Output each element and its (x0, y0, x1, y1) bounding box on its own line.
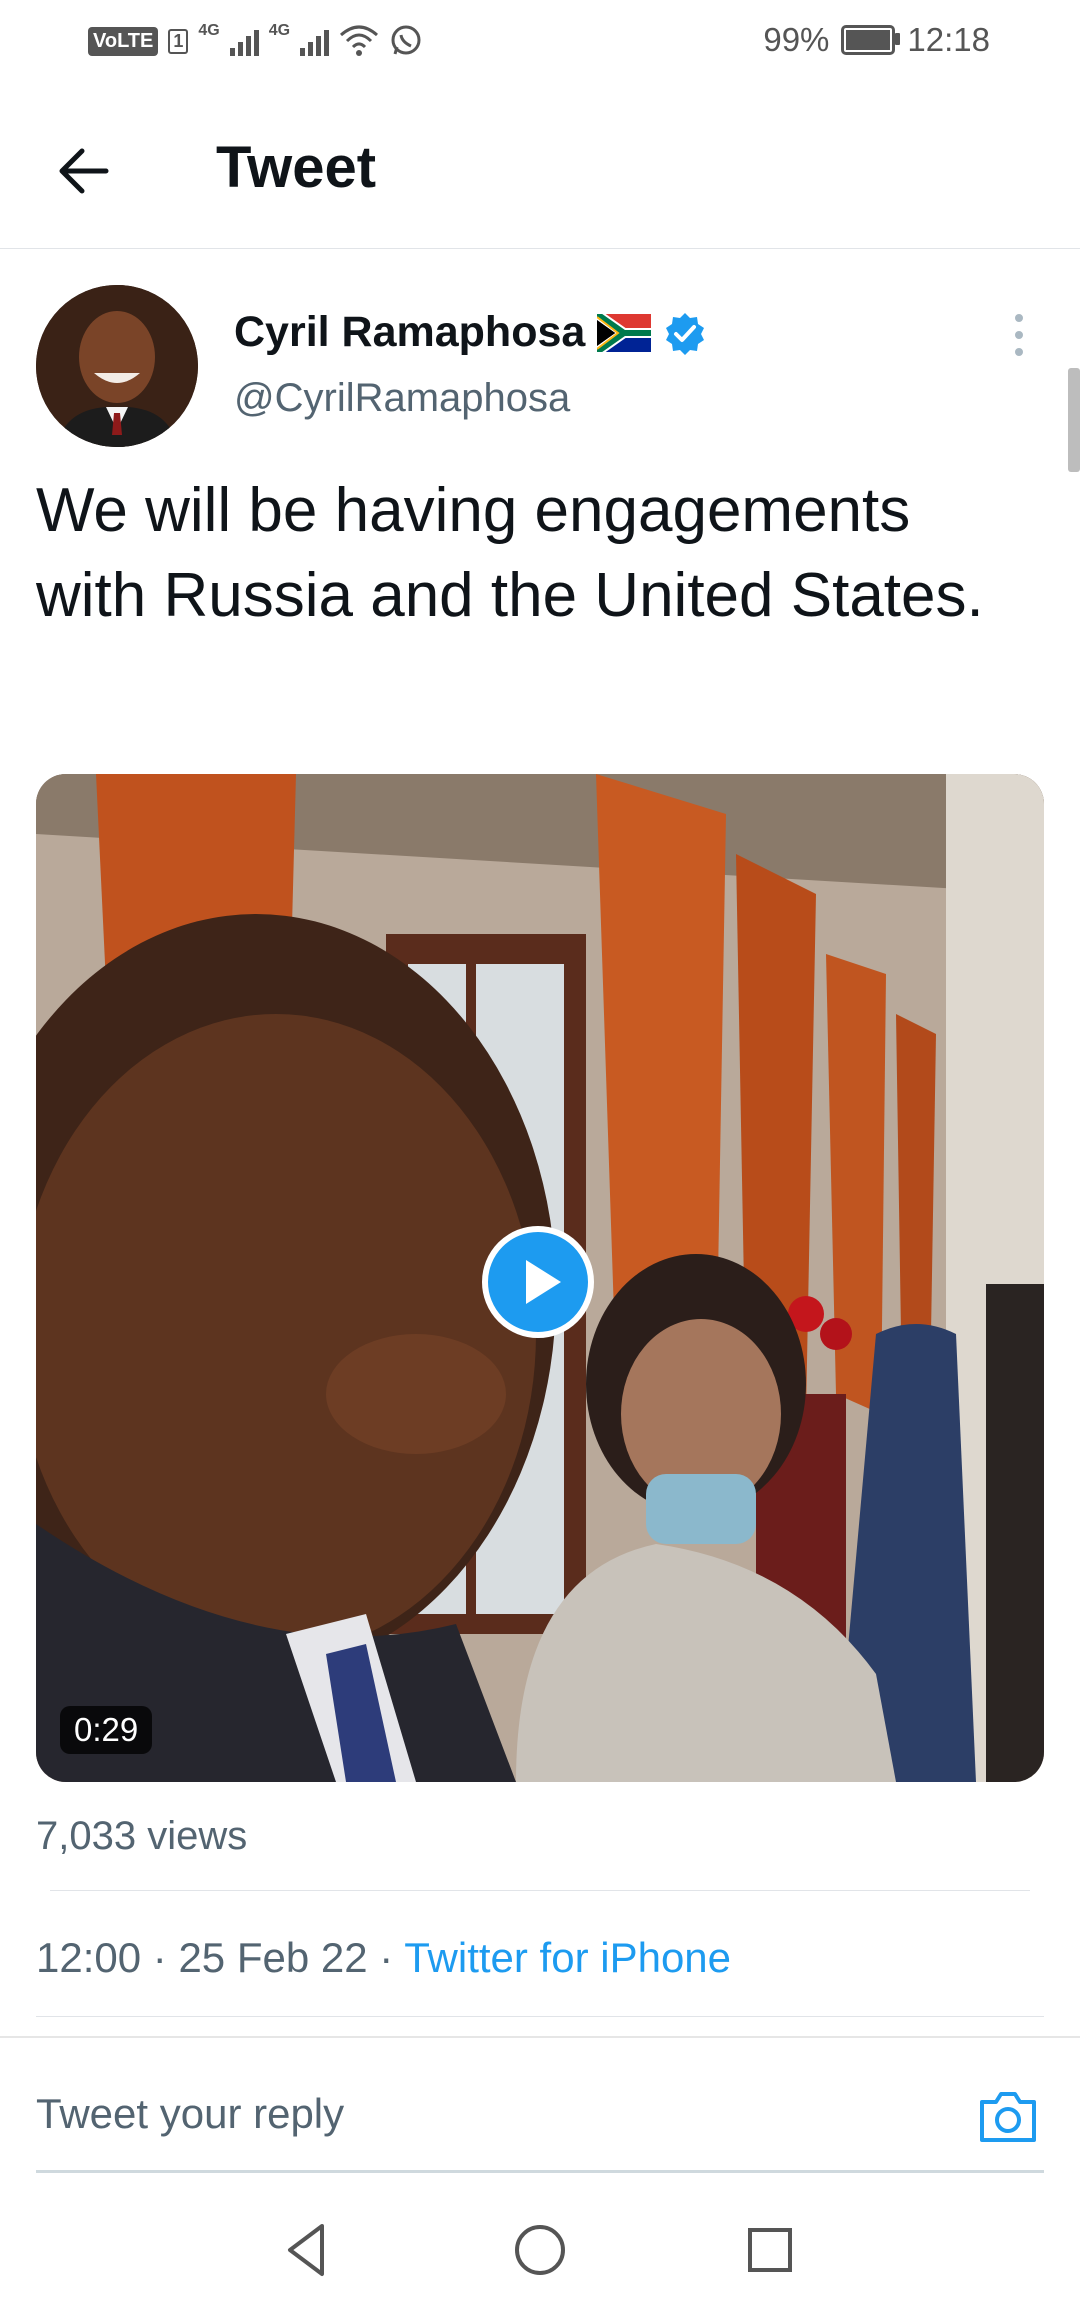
tweet-text: We will be having engagements with Russi… (36, 476, 984, 630)
arrow-left-icon[interactable] (52, 139, 116, 203)
network-type-1: 4G (198, 22, 220, 39)
video-duration: 0:29 (60, 1706, 153, 1754)
network-type-2: 4G (268, 22, 291, 39)
tweet-date: 25 Feb 22 (178, 1934, 368, 1981)
wifi-icon (340, 25, 379, 56)
scrollbar[interactable] (1068, 368, 1080, 472)
play-icon[interactable] (481, 1225, 595, 1339)
camera-icon[interactable] (976, 2086, 1040, 2146)
reply-underline (36, 2170, 1044, 2173)
avatar[interactable] (36, 285, 198, 447)
nav-back-icon[interactable] (276, 2218, 340, 2282)
signal-icon (300, 26, 330, 56)
author-name[interactable]: Cyril Ramaphosa (234, 308, 585, 357)
tweet-meta: 12:00 · 25 Feb 22 · Twitter for iPhone (36, 1934, 731, 1982)
clock: 12:18 (907, 21, 990, 58)
nav-recents-icon[interactable] (738, 2218, 802, 2282)
author-handle[interactable]: @CyrilRamaphosa (234, 376, 570, 421)
more-options-icon[interactable] (1004, 310, 1034, 360)
sim-indicator: 1 (168, 28, 189, 54)
status-bar: VoLTE 1 4G 4G 99% 12:18 (0, 0, 1080, 82)
whatsapp-icon (391, 25, 421, 55)
signal-icon (229, 26, 259, 56)
tweet-time: 12:00 (36, 1934, 142, 1981)
verified-badge-icon (666, 312, 705, 355)
meta-separator: · (152, 1934, 167, 1981)
battery-percent: 99% (763, 21, 830, 58)
author-name-row[interactable]: Cyril Ramaphosa (234, 308, 707, 357)
meta-separator: · (379, 1934, 394, 1981)
status-left: VoLTE 1 4G 4G (88, 20, 423, 62)
page-title: Tweet (216, 135, 377, 200)
nav-home-icon[interactable] (508, 2218, 572, 2282)
battery-icon (841, 25, 901, 55)
south-africa-flag-icon (597, 313, 652, 352)
divider (50, 1890, 1030, 1891)
status-right: 99% 12:18 (763, 18, 990, 62)
reply-input[interactable]: Tweet your reply (36, 2090, 344, 2138)
view-count: 7,033 views (36, 1814, 248, 1858)
volte-indicator: VoLTE (88, 26, 159, 56)
app-header: Tweet (0, 82, 1080, 249)
tweet-source-link[interactable]: Twitter for iPhone (404, 1934, 731, 1981)
divider (36, 2016, 1044, 2017)
